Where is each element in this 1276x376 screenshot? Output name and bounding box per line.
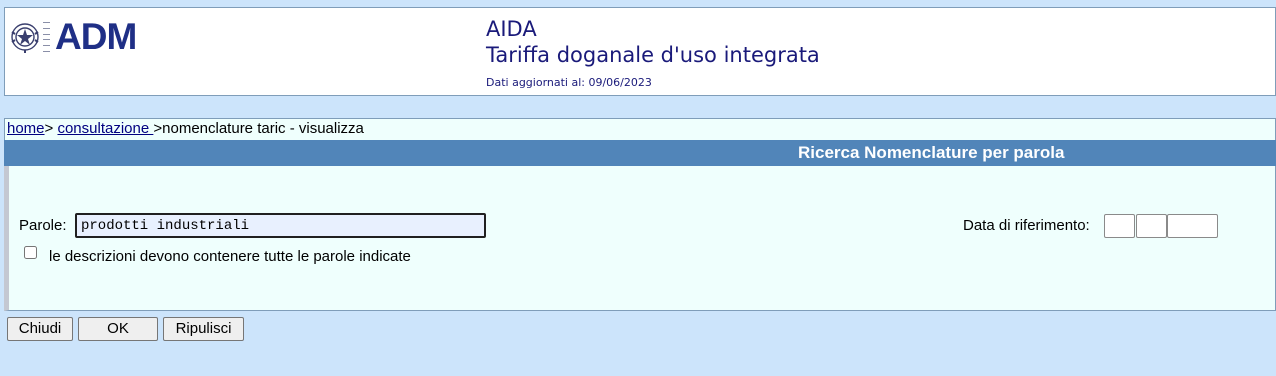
adm-logo[interactable]: ADM bbox=[9, 16, 137, 57]
italian-emblem-icon bbox=[11, 23, 39, 53]
breadcrumb-home-link[interactable]: home bbox=[7, 120, 45, 137]
date-month-input[interactable] bbox=[1136, 214, 1167, 238]
ripulisci-button[interactable]: Ripulisci bbox=[163, 317, 244, 341]
ok-button[interactable]: OK bbox=[78, 317, 158, 341]
logo-text: ADM bbox=[55, 16, 137, 57]
date-year-input[interactable] bbox=[1167, 214, 1218, 238]
parole-label: Parole: bbox=[19, 217, 67, 234]
breadcrumb-separator: > bbox=[44, 120, 58, 137]
search-panel: Parole: le descrizioni devono contenere … bbox=[4, 166, 1276, 311]
logo-divider bbox=[43, 22, 50, 52]
data-riferimento-label: Data di riferimento: bbox=[963, 217, 1090, 234]
breadcrumb-consultazione-link[interactable]: consultazione bbox=[57, 120, 153, 137]
all-words-label: le descrizioni devono contenere tutte le… bbox=[49, 248, 411, 265]
panel-title: Ricerca Nomenclature per parola bbox=[798, 143, 1065, 162]
data-update-date: Dati aggiornati al: 09/06/2023 bbox=[486, 76, 652, 89]
app-subtitle: Tariffa doganale d'uso integrata bbox=[486, 43, 820, 67]
breadcrumb-current: nomenclature taric - visualizza bbox=[162, 120, 364, 137]
breadcrumb-separator: > bbox=[153, 120, 163, 137]
parole-input[interactable] bbox=[75, 213, 486, 238]
app-title: AIDA bbox=[486, 17, 537, 41]
breadcrumb: home> consultazione >nomenclature taric … bbox=[4, 118, 1276, 140]
header: ADM AIDA Tariffa doganale d'uso integrat… bbox=[4, 7, 1276, 96]
date-day-input[interactable] bbox=[1104, 214, 1135, 238]
all-words-checkbox[interactable] bbox=[24, 246, 37, 259]
panel-title-bar: Ricerca Nomenclature per parola bbox=[4, 140, 1276, 166]
chiudi-button[interactable]: Chiudi bbox=[7, 317, 73, 341]
